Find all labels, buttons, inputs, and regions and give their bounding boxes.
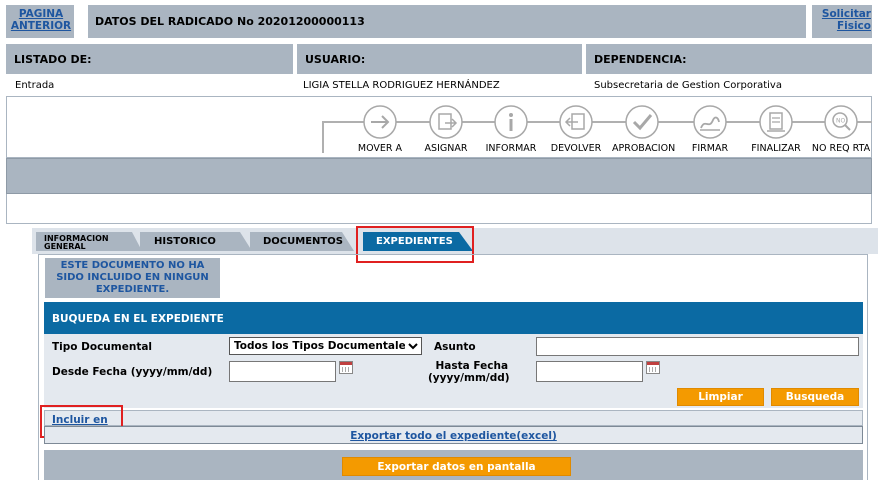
svg-text:NO: NO <box>836 118 845 125</box>
desde-fecha-input[interactable] <box>229 361 336 382</box>
inform-label: INFORMAR <box>485 143 537 154</box>
inform-button[interactable]: INFORMAR <box>481 104 541 154</box>
desde-calendar-icon[interactable] <box>339 361 353 374</box>
page-title: DATOS DEL RADICADO No 20201200000113 <box>95 15 365 28</box>
hasta-calendar-icon[interactable] <box>646 361 660 374</box>
sign-label: FIRMAR <box>691 143 729 154</box>
physical-request-link[interactable]: Solicitar Fisico <box>815 8 871 32</box>
return-button[interactable]: DEVOLVER <box>546 104 606 154</box>
search-title: BUQUEDA EN EL EXPEDIENTE <box>52 313 224 325</box>
tab-historico[interactable]: HISTORICO <box>140 232 252 251</box>
hasta-fecha-label-line1: Hasta Fecha <box>435 360 509 372</box>
search-button[interactable]: Busqueda <box>771 388 859 406</box>
arrow-right-icon <box>363 105 397 139</box>
tab-documentos-label: DOCUMENTOS <box>263 236 343 247</box>
tipo-documental-select[interactable]: Todos los Tipos Documentales <box>229 337 422 355</box>
desde-fecha-label: Desde Fecha (yyyy/mm/dd) <box>52 366 213 378</box>
return-icon <box>559 105 593 139</box>
tab-informacion-general[interactable]: INFORMACION GENERAL <box>36 232 142 251</box>
assign-icon <box>429 105 463 139</box>
move-to-button[interactable]: MOVER A <box>350 104 410 154</box>
dependencia-value: Subsecretaria de Gestion Corporativa <box>594 80 782 91</box>
usuario-value: LIGIA STELLA RODRIGUEZ HERNÁNDEZ <box>303 80 500 91</box>
dependencia-label: DEPENDENCIA: <box>586 44 872 74</box>
info-icon <box>494 105 528 139</box>
move-to-label: MOVER A <box>357 143 403 154</box>
no-response-button[interactable]: NO NO REQ RTA <box>811 104 871 154</box>
assign-button[interactable]: ASIGNAR <box>416 104 476 154</box>
listado-label: LISTADO DE: <box>6 44 293 74</box>
clear-button[interactable]: Limpiar <box>677 388 764 406</box>
back-link[interactable]: PAGINA ANTERIOR <box>10 8 72 32</box>
approval-button[interactable]: APROBACION <box>612 104 676 154</box>
notice-text: ESTE DOCUMENTO NO HA SIDO INCLUIDO EN NI… <box>56 260 209 295</box>
no-response-label: NO REQ RTA <box>811 143 871 154</box>
check-icon <box>625 105 659 139</box>
no-response-icon: NO <box>824 105 858 139</box>
blank-panel <box>6 194 872 224</box>
sign-icon <box>693 105 727 139</box>
listado-value: Entrada <box>15 80 55 91</box>
tipo-documental-label: Tipo Documental <box>52 341 153 353</box>
tab-informacion-general-line2: GENERAL <box>44 242 86 251</box>
assign-label: ASIGNAR <box>424 143 468 154</box>
include-row <box>44 410 863 426</box>
hasta-fecha-input[interactable] <box>536 361 643 382</box>
approval-label: APROBACION <box>612 143 676 154</box>
return-label: DEVOLVER <box>550 143 602 154</box>
asunto-input[interactable] <box>536 337 859 356</box>
usuario-label: USUARIO: <box>297 44 582 74</box>
export-all-link[interactable]: Exportar todo el expediente(excel) <box>44 430 863 442</box>
hasta-fecha-label: Hasta Fecha (yyyy/mm/dd) <box>428 360 510 384</box>
finish-icon <box>759 105 793 139</box>
tab-historico-label: HISTORICO <box>154 236 216 247</box>
finish-button[interactable]: FINALIZAR <box>746 104 806 154</box>
gray-band <box>6 158 872 194</box>
tab-documentos[interactable]: DOCUMENTOS <box>250 232 354 251</box>
asunto-label: Asunto <box>434 341 476 353</box>
finish-label: FINALIZAR <box>751 143 801 154</box>
export-screen-button[interactable]: Exportar datos en pantalla <box>342 457 571 476</box>
hasta-fecha-label-line2: (yyyy/mm/dd) <box>428 372 510 384</box>
sign-button[interactable]: FIRMAR <box>680 104 740 154</box>
